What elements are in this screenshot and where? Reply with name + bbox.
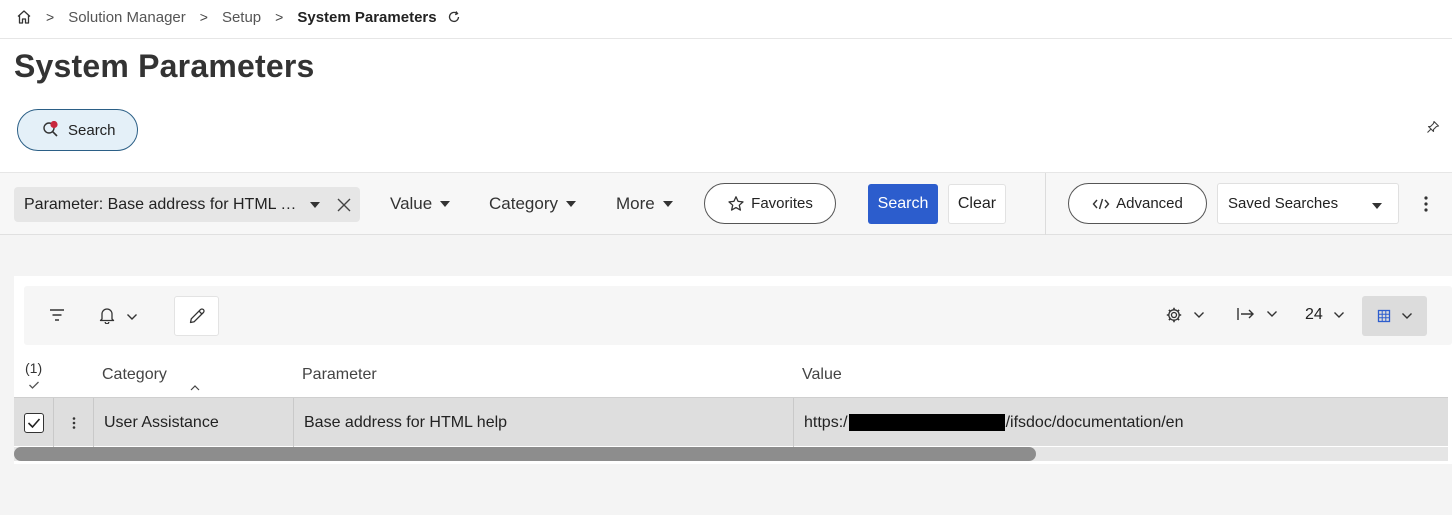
pencil-icon (189, 308, 205, 324)
scrollbar-thumb[interactable] (14, 447, 1036, 461)
chevron-down-icon (1333, 312, 1344, 318)
header-divider (0, 38, 1452, 39)
advanced-label: Advanced (1116, 195, 1183, 212)
filter-dropdown-label: Category (489, 194, 558, 213)
chevron-down-icon (1401, 313, 1412, 319)
breadcrumb: > Solution Manager > Setup > System Para… (16, 5, 461, 29)
row-select-cell[interactable] (14, 398, 54, 447)
value-prefix: https:/ (804, 413, 848, 431)
filter-dropdown-value[interactable]: Value (390, 194, 451, 214)
favorites-label: Favorites (751, 195, 813, 212)
edit-button[interactable] (174, 296, 219, 336)
filter-dropdown-label: More (616, 194, 655, 213)
column-header-parameter[interactable]: Parameter (302, 366, 377, 384)
filter-divider (1045, 173, 1046, 235)
caret-down-icon (440, 201, 451, 207)
breadcrumb-current: System Parameters (297, 8, 437, 26)
arrow-to-right-icon (1237, 308, 1254, 320)
breadcrumb-item-solution-manager[interactable]: Solution Manager (68, 9, 186, 26)
select-all-check-icon[interactable] (28, 380, 40, 390)
chevron-right-icon: > (275, 9, 284, 25)
gear-icon (1166, 307, 1182, 323)
bell-icon (99, 308, 115, 324)
saved-searches-dropdown[interactable]: Saved Searches (1217, 183, 1399, 224)
search-icon (43, 121, 58, 137)
column-header-category[interactable]: Category (102, 366, 167, 384)
filter-lines-icon[interactable] (49, 308, 65, 322)
more-vertical-icon[interactable] (1420, 195, 1432, 213)
search-panel-label: Search (68, 121, 116, 139)
star-icon (728, 195, 744, 211)
cell-value[interactable]: https:/ /ifsdoc/documentation/en (794, 398, 1448, 447)
chevron-right-icon: > (199, 9, 208, 25)
column-header-value[interactable]: Value (802, 366, 842, 384)
home-icon[interactable] (16, 9, 32, 25)
caret-down-icon (662, 201, 673, 207)
caret-down-icon[interactable] (310, 201, 320, 208)
page-title: System Parameters (14, 48, 315, 84)
more-vertical-icon[interactable] (71, 416, 77, 430)
clear-button[interactable]: Clear (948, 184, 1006, 224)
favorites-button[interactable]: Favorites (704, 183, 836, 224)
filter-dropdown-label: Value (390, 194, 433, 213)
filter-dropdown-more[interactable]: More (616, 194, 673, 214)
filter-dropdown-category[interactable]: Category (489, 194, 576, 214)
selected-count: (1) (25, 360, 43, 376)
table-toolbar: 24 (24, 286, 1452, 345)
sort-ascending-icon[interactable] (190, 385, 200, 391)
chevron-down-icon (1194, 312, 1204, 318)
page-header: > Solution Manager > Setup > System Para… (0, 0, 1452, 172)
cell-category[interactable]: User Assistance (94, 398, 294, 447)
check-icon (27, 417, 40, 428)
breadcrumb-item-setup[interactable]: Setup (222, 9, 261, 26)
value-suffix: /ifsdoc/documentation/en (1005, 413, 1184, 431)
search-button[interactable]: Search (868, 184, 938, 224)
table-card: 24 (1) Category Parameter Value User Ass… (14, 276, 1452, 464)
pin-icon[interactable] (1426, 120, 1440, 134)
row-actions-cell[interactable] (54, 398, 94, 447)
page-size-dropdown[interactable]: 24 (1305, 306, 1345, 324)
filter-chip-parameter[interactable]: Parameter: Base address for HTML help (14, 187, 360, 222)
close-icon[interactable] (336, 197, 352, 213)
advanced-button[interactable]: Advanced (1068, 183, 1207, 224)
settings-dropdown[interactable] (1165, 306, 1205, 324)
refresh-icon[interactable] (447, 10, 461, 24)
redacted-block (848, 414, 1005, 431)
filter-bar: Parameter: Base address for HTML help Va… (0, 172, 1452, 235)
view-mode-dropdown[interactable] (1362, 296, 1427, 336)
chevron-down-icon (127, 314, 137, 320)
code-icon (1092, 198, 1110, 209)
filter-chip-label: Parameter: Base address for HTML help (24, 195, 300, 213)
table-row[interactable]: User Assistance Base address for HTML he… (14, 397, 1448, 447)
horizontal-scrollbar[interactable] (14, 447, 1448, 461)
notifications-dropdown[interactable] (98, 306, 138, 324)
chevron-down-icon (1267, 311, 1277, 317)
cell-parameter[interactable]: Base address for HTML help (294, 398, 794, 447)
export-dropdown[interactable] (1236, 306, 1278, 322)
saved-searches-label: Saved Searches (1228, 195, 1339, 212)
caret-down-icon (565, 201, 576, 207)
table-header: (1) Category Parameter Value (14, 356, 1452, 396)
caret-down-icon (1372, 203, 1382, 209)
chevron-right-icon: > (46, 9, 55, 25)
search-panel-toggle[interactable]: Search (17, 109, 138, 151)
page-size-value: 24 (1305, 306, 1323, 323)
row-checkbox[interactable] (23, 412, 44, 433)
table-grid-icon (1377, 309, 1390, 323)
